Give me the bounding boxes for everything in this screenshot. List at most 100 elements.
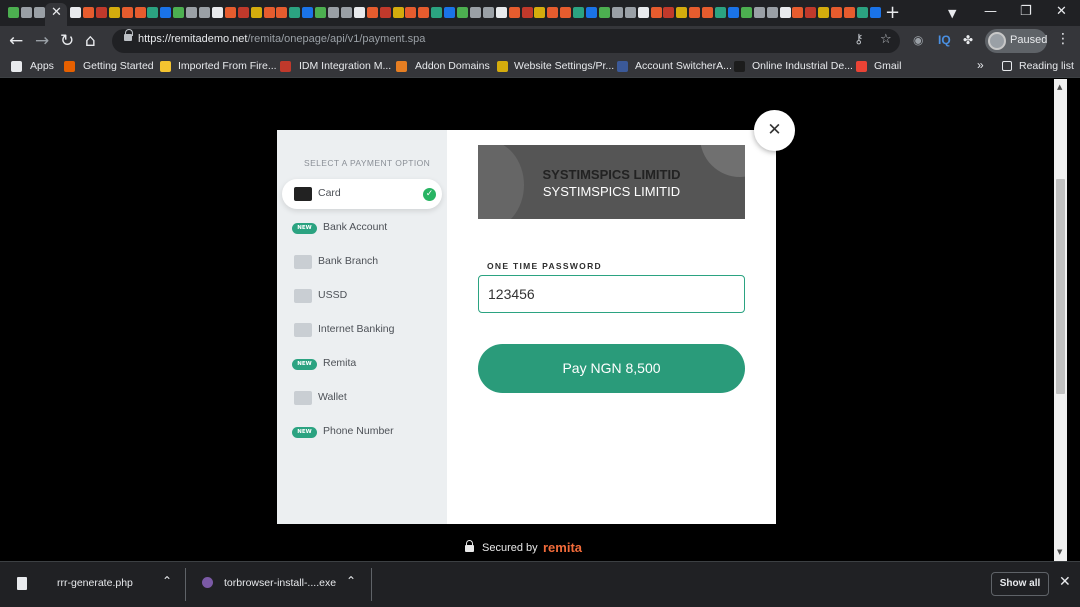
tab-favicon[interactable]: [366, 7, 378, 18]
tab-favicon[interactable]: [792, 7, 804, 18]
home-icon[interactable]: ⌂: [85, 31, 96, 51]
back-arrow-icon[interactable]: ←: [9, 31, 23, 51]
tab-favicon[interactable]: [482, 7, 494, 18]
tab-favicon[interactable]: [676, 7, 688, 18]
tab-favicon[interactable]: [715, 7, 726, 18]
tab-favicon[interactable]: [160, 7, 172, 18]
extension-iq-icon[interactable]: IQ: [938, 33, 951, 47]
extension-s-icon[interactable]: ◉: [913, 33, 923, 47]
download-item[interactable]: torbrowser-install-....exe ⌃: [186, 562, 371, 607]
payment-option-phone-number[interactable]: NEW Phone Number: [282, 417, 442, 447]
show-all-button[interactable]: Show all: [991, 572, 1049, 596]
tab-favicon[interactable]: [586, 7, 597, 18]
bookmark-item[interactable]: IDM Integration M...: [299, 60, 391, 72]
tab-favicon[interactable]: [8, 7, 19, 18]
modal-close-button[interactable]: ✕: [754, 110, 795, 151]
tab-favicon[interactable]: [431, 7, 443, 18]
tab-favicon[interactable]: [650, 7, 662, 18]
tab-close-icon[interactable]: ✕: [51, 5, 62, 21]
tab-favicon[interactable]: [521, 7, 533, 18]
bookmarks-overflow-icon[interactable]: »: [977, 58, 984, 72]
key-icon[interactable]: ⚷: [854, 32, 864, 47]
tab-favicon[interactable]: [20, 7, 32, 18]
url-text[interactable]: https://remitademo.net/remita/onepage/ap…: [138, 33, 425, 45]
tab-favicon[interactable]: [702, 7, 714, 18]
scroll-thumb[interactable]: [1056, 179, 1065, 394]
pay-button[interactable]: Pay NGN 8,500: [478, 344, 745, 393]
tab-favicon[interactable]: [727, 7, 739, 18]
bookmark-item[interactable]: Gmail: [874, 60, 901, 72]
tab-favicon[interactable]: [844, 7, 855, 18]
tab-favicon[interactable]: [508, 7, 520, 18]
tab-favicon[interactable]: [869, 7, 881, 18]
tab-favicon[interactable]: [134, 7, 146, 18]
tab-favicon[interactable]: [573, 7, 585, 18]
tab-favicon[interactable]: [70, 7, 81, 18]
bookmark-item[interactable]: Imported From Fire...: [178, 60, 277, 72]
close-shelf-icon[interactable]: ✕: [1059, 574, 1071, 590]
tab-favicon[interactable]: [250, 7, 262, 18]
tab-favicon[interactable]: [766, 7, 778, 18]
tab-search-icon[interactable]: ▼: [948, 5, 956, 23]
restore-icon[interactable]: ❐: [1020, 3, 1032, 21]
payment-option-remita[interactable]: NEW Remita: [282, 349, 442, 379]
tab-favicon[interactable]: [392, 7, 404, 18]
tab-favicon[interactable]: [663, 7, 675, 18]
extensions-puzzle-icon[interactable]: ✤: [963, 33, 973, 47]
otp-input[interactable]: [478, 275, 745, 313]
bookmark-item[interactable]: Getting Started: [83, 60, 154, 72]
new-tab-button[interactable]: +: [885, 3, 900, 23]
tab-favicon[interactable]: [263, 7, 275, 18]
tab-favicon[interactable]: [534, 7, 546, 18]
tab-favicon[interactable]: [418, 7, 430, 18]
tab-favicon[interactable]: [856, 7, 868, 18]
chevron-up-icon[interactable]: ⌃: [346, 574, 356, 588]
payment-option-bank-branch[interactable]: Bank Branch: [282, 247, 442, 277]
tab-favicon[interactable]: [598, 7, 610, 18]
scroll-up-icon[interactable]: ▲: [1057, 83, 1062, 91]
window-close-icon[interactable]: ✕: [1056, 3, 1067, 21]
tab-favicon[interactable]: [624, 7, 636, 18]
tab-favicon[interactable]: [186, 7, 198, 18]
payment-option-card[interactable]: Card ✓: [282, 179, 442, 209]
bookmark-item[interactable]: Account SwitcherA...: [635, 60, 732, 72]
profile-button[interactable]: Paused: [985, 29, 1047, 53]
tab-favicon[interactable]: [547, 7, 559, 18]
payment-option-bank-account[interactable]: NEW Bank Account: [282, 213, 442, 243]
bookmark-item[interactable]: Addon Domains: [415, 60, 490, 72]
tab-favicon[interactable]: [82, 7, 94, 18]
tab-favicon[interactable]: [611, 7, 623, 18]
lock-icon[interactable]: [124, 29, 133, 41]
payment-option-internet-banking[interactable]: Internet Banking: [282, 315, 442, 345]
tab-favicon[interactable]: [289, 7, 301, 18]
tab-favicon[interactable]: [753, 7, 765, 18]
tab-favicon[interactable]: [689, 7, 701, 18]
tab-favicon[interactable]: [302, 7, 314, 18]
tab-favicon[interactable]: [457, 7, 468, 18]
tab-favicon[interactable]: [353, 7, 365, 18]
tab-favicon[interactable]: [95, 7, 107, 18]
tab-favicon[interactable]: [779, 7, 791, 18]
payment-option-wallet[interactable]: Wallet: [282, 383, 442, 413]
tab-favicon[interactable]: [173, 7, 185, 18]
tab-favicon[interactable]: [108, 7, 120, 18]
tab-favicon[interactable]: [444, 7, 456, 18]
tab-favicon[interactable]: [147, 7, 159, 18]
tab-favicon[interactable]: [340, 7, 352, 18]
forward-arrow-icon[interactable]: →: [35, 31, 49, 51]
tab-favicon[interactable]: [276, 7, 288, 18]
address-bar[interactable]: https://remitademo.net/remita/onepage/ap…: [112, 29, 900, 53]
reading-list-icon[interactable]: [1002, 61, 1012, 71]
tab-favicon[interactable]: [328, 7, 339, 18]
reading-list[interactable]: Reading list: [1019, 60, 1074, 72]
menu-dots-icon[interactable]: ⋮: [1056, 31, 1070, 47]
tab-favicon[interactable]: [379, 7, 391, 18]
download-item[interactable]: rrr-generate.php ⌃: [0, 562, 185, 607]
scroll-down-icon[interactable]: ▼: [1057, 548, 1062, 556]
tab-favicon[interactable]: [237, 7, 249, 18]
chevron-up-icon[interactable]: ⌃: [162, 574, 172, 588]
page-scrollbar[interactable]: ▲ ▼: [1054, 79, 1067, 561]
bookmark-item[interactable]: Online Industrial De...: [752, 60, 853, 72]
tab-favicon[interactable]: [495, 7, 507, 18]
tab-favicon[interactable]: [637, 7, 649, 18]
